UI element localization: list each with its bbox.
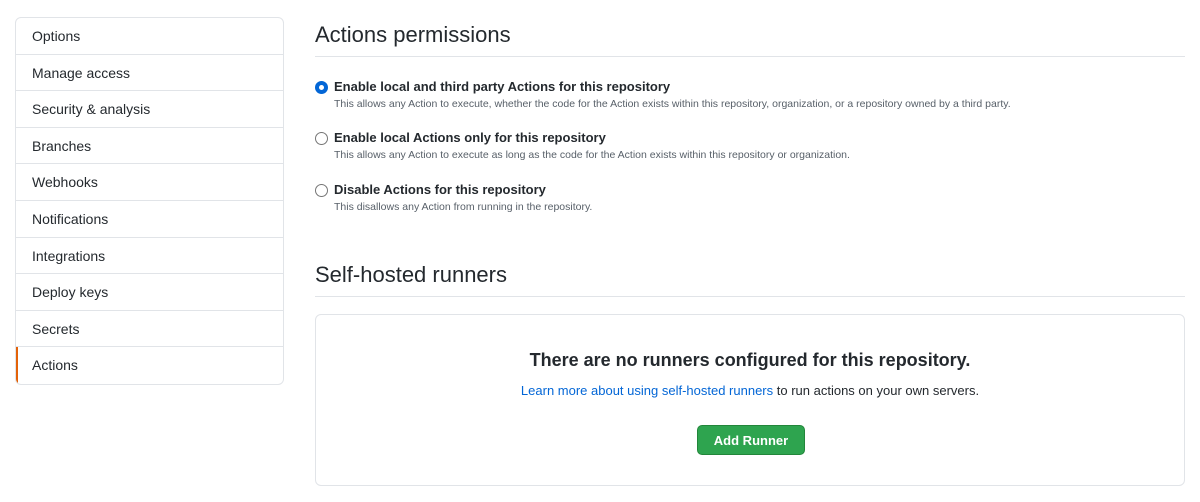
permission-option-note: This allows any Action to execute as lon… <box>334 149 850 161</box>
sidebar-item-options[interactable]: Options <box>16 18 283 55</box>
runners-empty-suffix: to run actions on your own servers. <box>773 383 980 398</box>
runners-empty-text: Learn more about using self-hosted runne… <box>316 383 1184 398</box>
radio-local-only[interactable] <box>315 132 328 145</box>
settings-page: Options Manage access Security & analysi… <box>0 0 1200 502</box>
sidebar-item-integrations[interactable]: Integrations <box>16 238 283 275</box>
actions-permissions-title: Actions permissions <box>315 22 1185 57</box>
settings-sidebar: Options Manage access Security & analysi… <box>15 17 284 385</box>
sidebar-item-secrets[interactable]: Secrets <box>16 311 283 348</box>
self-hosted-runners-docs-link[interactable]: Learn more about using self-hosted runne… <box>521 383 773 398</box>
radio-local-and-third-party[interactable] <box>315 81 328 94</box>
permission-option-label[interactable]: Enable local Actions only for this repos… <box>334 130 606 145</box>
permission-option-note: This disallows any Action from running i… <box>334 201 593 213</box>
sidebar-item-manage-access[interactable]: Manage access <box>16 55 283 92</box>
self-hosted-runners-title: Self-hosted runners <box>315 262 1185 297</box>
runners-empty-state: There are no runners configured for this… <box>315 314 1185 486</box>
permission-option-label[interactable]: Disable Actions for this repository <box>334 182 546 197</box>
sidebar-item-branches[interactable]: Branches <box>16 128 283 165</box>
sidebar-item-security-analysis[interactable]: Security & analysis <box>16 91 283 128</box>
sidebar-item-notifications[interactable]: Notifications <box>16 201 283 238</box>
permission-option-label[interactable]: Enable local and third party Actions for… <box>334 79 670 94</box>
add-runner-button[interactable]: Add Runner <box>697 425 805 455</box>
runners-empty-heading: There are no runners configured for this… <box>529 350 971 370</box>
sidebar-item-webhooks[interactable]: Webhooks <box>16 164 283 201</box>
sidebar-item-actions[interactable]: Actions <box>16 347 283 384</box>
permission-option-note: This allows any Action to execute, wheth… <box>334 98 1011 110</box>
radio-disable[interactable] <box>315 184 328 197</box>
sidebar-item-deploy-keys[interactable]: Deploy keys <box>16 274 283 311</box>
